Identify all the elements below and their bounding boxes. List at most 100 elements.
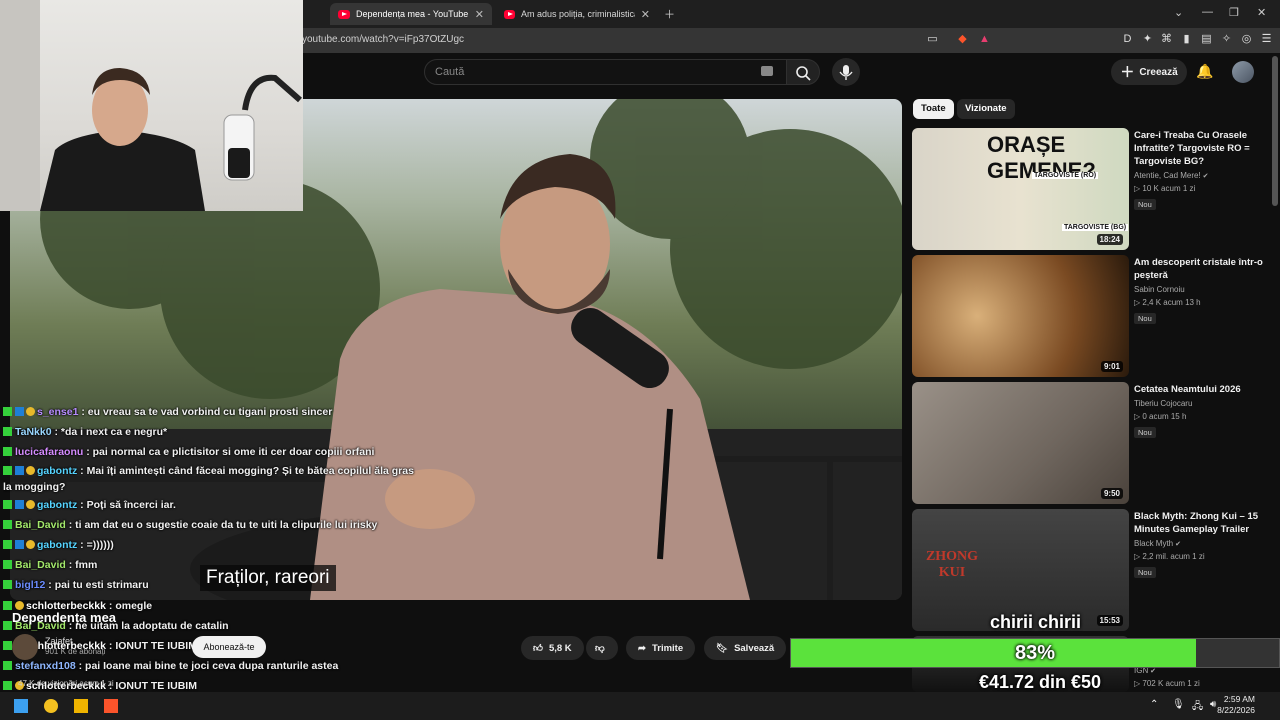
share-label: Trimite [651, 642, 684, 654]
video-duration: 15:53 [1096, 615, 1123, 626]
chat-message: gabontz : Poți să încerci iar. [3, 495, 423, 515]
network-icon[interactable]: 🖧︎ [1192, 699, 1203, 716]
chat-username[interactable]: gabontz [37, 499, 77, 511]
maximize-icon[interactable]: ❐ [1229, 6, 1239, 19]
new-badge: Nou [1134, 313, 1156, 324]
close-tab-icon[interactable]: ✕ [641, 8, 650, 21]
chat-username[interactable]: lucicafaraonu [15, 446, 83, 458]
tray-chevron-icon[interactable]: ⌃ [1150, 699, 1158, 710]
microphone-icon[interactable]: 🎙︎ [1172, 699, 1185, 710]
windows-start-icon[interactable] [14, 699, 28, 713]
chat-text: =)))))) [86, 539, 114, 552]
mic-icon [839, 65, 853, 80]
bookmarks-icon[interactable]: ⌘ [1160, 33, 1173, 46]
url-field[interactable]: youtube.com/watch?v=iFp37OtZUgc [302, 34, 464, 45]
recommended-title[interactable]: Black Myth: Zhong Kui – 15 Minutes Gamep… [1134, 510, 1264, 536]
avatar[interactable] [1232, 61, 1254, 83]
file-explorer-icon[interactable] [74, 699, 88, 713]
recommended-title[interactable]: Care-i Treaba Cu Orasele Infratite? Targ… [1134, 129, 1264, 168]
video-duration: 18:24 [1096, 234, 1123, 245]
close-window-icon[interactable]: ✕ [1257, 6, 1266, 19]
subscriber-badge-icon [15, 499, 24, 509]
chat-text: pai tu esti strimaru [54, 579, 149, 592]
like-button[interactable]: 👍︎ 5,8 K [521, 636, 584, 660]
cast-icon[interactable]: ▭ [926, 33, 939, 46]
chat-username[interactable]: Bai_David [15, 519, 66, 531]
kick-badge-icon [3, 580, 12, 590]
minimize-icon[interactable]: — [1202, 6, 1213, 18]
gift-badge-icon [26, 499, 35, 509]
dislike-button[interactable]: 👎︎ [586, 636, 618, 660]
recommended-video[interactable]: 9:50 Cetatea Neamtului 2026 Tiberiu Cojoca… [912, 382, 1272, 504]
chat-separator: : [78, 406, 88, 418]
chip-toate[interactable]: Toate [913, 99, 954, 119]
recommended-channel[interactable]: Atentie, Cad Mere! ✔ [1134, 171, 1209, 180]
brave-rewards-icon[interactable]: ▲ [978, 33, 991, 46]
recommended-video[interactable]: ORAȘE GEMENE? TARGOVISTE (RO) TARGOVISTE (… [912, 128, 1272, 250]
chat-username[interactable]: gabontz [37, 465, 77, 477]
subscriber-badge-icon [15, 465, 24, 475]
brave-shield-icon[interactable]: ◆ [956, 33, 969, 46]
chat-username[interactable]: TaNkk0 [15, 426, 52, 438]
vpn-icon[interactable]: ◎ [1240, 33, 1253, 46]
chat-username[interactable]: gabontz [37, 539, 77, 551]
brave-icon[interactable] [104, 699, 118, 713]
chip-vizionate[interactable]: Vizionate [957, 99, 1015, 119]
chat-message: TaNkk0 : *da i next ca e negru* [3, 422, 423, 442]
voice-search-button[interactable] [832, 58, 860, 86]
like-count: 5,8 K [548, 642, 572, 654]
search-input[interactable]: Caută [424, 59, 788, 85]
video-thumbnail[interactable]: ORAȘE GEMENE? TARGOVISTE (RO) TARGOVISTE (… [912, 128, 1129, 250]
sidebar-icon[interactable]: ▮ [1180, 33, 1193, 46]
share-icon: ➦ [638, 642, 646, 654]
leo-icon[interactable]: ✧ [1220, 33, 1233, 46]
tab-dependenta[interactable]: Dependența mea - YouTube ✕ [330, 3, 492, 25]
channel-avatar[interactable] [12, 634, 38, 660]
gift-badge-icon [26, 540, 35, 550]
save-button[interactable]: 🔖︎ Salvează [704, 636, 787, 660]
scrollbar[interactable] [1272, 56, 1278, 206]
recommended-channel[interactable]: Black Myth ✔ [1134, 539, 1181, 548]
gift-badge-icon [26, 465, 35, 475]
chrome-icon[interactable] [44, 699, 58, 713]
share-button[interactable]: ➦ Trimite [626, 636, 696, 660]
recommended-title[interactable]: Am descoperit cristale într-o peșteră [1134, 256, 1264, 282]
view-count: 47 K de vizionări acum 1 zi [18, 679, 114, 688]
chat-username[interactable]: Bai_David [15, 559, 66, 571]
menu-icon[interactable]: ☰ [1260, 33, 1273, 46]
video-thumbnail[interactable]: 9:01 [912, 255, 1129, 377]
new-tab-icon[interactable]: ＋ [664, 6, 675, 22]
new-badge: Nou [1134, 427, 1156, 438]
goal-label: chirii chirii [990, 612, 1082, 632]
notifications-icon[interactable]: 🔔 [1196, 63, 1213, 80]
chat-separator: : [77, 539, 87, 552]
volume-icon[interactable]: 🔊︎ [1210, 699, 1216, 710]
tab-politia[interactable]: Am adus poliția, criminalistica, zgarda … [496, 3, 658, 25]
tab-search-icon[interactable]: ⌄ [1174, 6, 1183, 19]
system-clock[interactable]: 2:59 AM 8/22/2026 [1217, 694, 1255, 716]
create-button[interactable]: ＋ Creează [1111, 59, 1187, 85]
search-button[interactable] [786, 59, 820, 85]
webcam-overlay [0, 0, 303, 211]
recommended-meta: ▷ 702 K acum 1 zi [1134, 679, 1200, 688]
chat-username[interactable]: bigl12 [15, 579, 45, 591]
recommended-channel[interactable]: Tiberiu Cojocaru [1134, 399, 1192, 408]
chat-username[interactable]: stefanxd108 [15, 660, 76, 672]
gift-badge-icon [26, 407, 35, 416]
channel-name[interactable]: Zaiafet [45, 636, 73, 646]
extensions-icon[interactable]: ✦ [1141, 33, 1154, 46]
chat-username[interactable]: s_ense1 [37, 406, 78, 418]
video-thumbnail[interactable]: 9:50 [912, 382, 1129, 504]
recommended-channel[interactable]: Sabin Cornoiu [1134, 285, 1185, 294]
chat-separator: : [65, 559, 76, 572]
wallet-icon[interactable]: ▤ [1200, 33, 1213, 46]
keyboard-icon[interactable] [761, 66, 773, 76]
chat-separator: : [77, 464, 87, 477]
subscribe-button[interactable]: Abonează-te [192, 636, 266, 658]
chat-message: lucicafaraonu : pai normal ca e plictisi… [3, 442, 423, 462]
recommended-video[interactable]: 9:01 Am descoperit cristale într-o peșter… [912, 255, 1272, 377]
recommended-title[interactable]: Cetatea Neamtului 2026 [1134, 383, 1264, 396]
extension-d-icon[interactable]: D [1121, 33, 1134, 46]
close-tab-icon[interactable]: ✕ [475, 8, 484, 21]
recommended-video[interactable]: ZHONG KUI 15:53 Black Myth: Zhong Kui – 15… [912, 509, 1272, 631]
